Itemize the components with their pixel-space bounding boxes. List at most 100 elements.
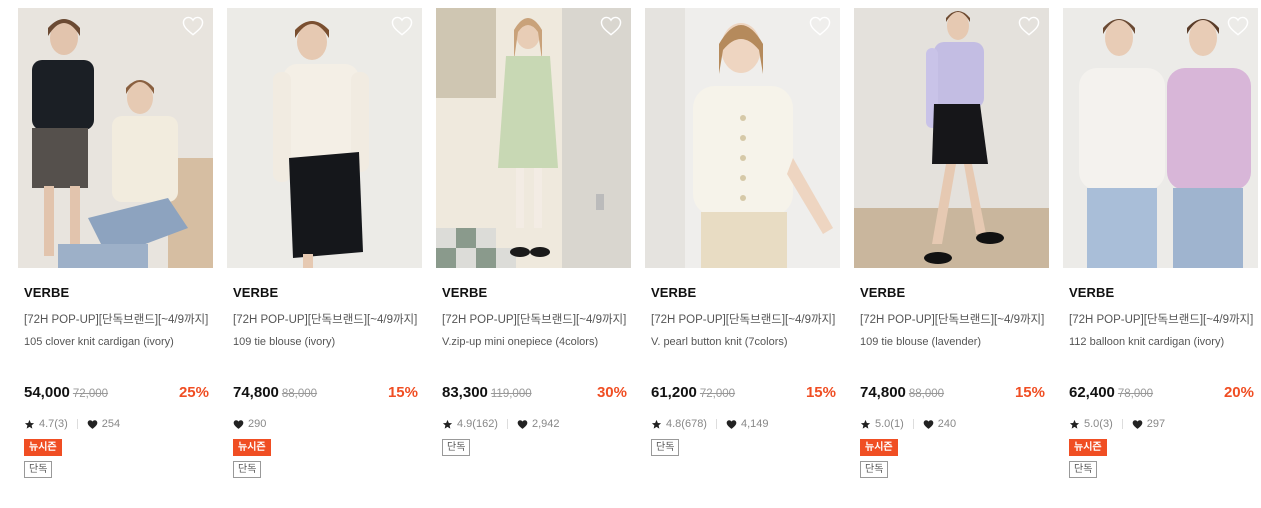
rating-value: 4.7(3)	[39, 418, 68, 430]
product-image[interactable]	[645, 8, 840, 268]
brand-name[interactable]: VERBE	[436, 285, 631, 300]
rating-value: 5.0(3)	[1084, 418, 1113, 430]
review-like-row: 290	[227, 417, 422, 431]
heart-filled-icon	[517, 419, 528, 429]
like-count: 290	[248, 418, 267, 430]
star-icon	[860, 419, 871, 429]
new-season-badge: 뉴시즌	[860, 439, 898, 456]
product-photo	[854, 8, 1049, 268]
like-count: 297	[1146, 418, 1166, 430]
heart-outline-icon	[1227, 16, 1249, 36]
wishlist-button[interactable]	[182, 16, 204, 36]
brand-name[interactable]: VERBE	[645, 285, 840, 300]
product-card[interactable]: VERBE [72H POP-UP][단독브랜드][~4/9까지] 105 cl…	[18, 8, 213, 481]
like-count: 240	[937, 418, 957, 430]
product-photo	[1063, 8, 1258, 268]
product-image[interactable]	[436, 8, 631, 268]
new-season-badge: 뉴시즌	[24, 439, 62, 456]
exclusive-badge: 단독	[442, 439, 471, 456]
product-image[interactable]	[854, 8, 1049, 268]
product-card[interactable]: VERBE [72H POP-UP][단독브랜드][~4/9까지] V.zip-…	[436, 8, 631, 459]
heart-filled-icon	[233, 419, 244, 429]
product-subtitle[interactable]: 109 tie blouse (lavender)	[854, 336, 1049, 348]
heart-filled-icon	[1132, 419, 1143, 429]
price-row: 54,000 72,000 25%	[18, 384, 213, 404]
product-card[interactable]: VERBE [72H POP-UP][단독브랜드][~4/9까지] 109 ti…	[227, 8, 422, 481]
badge-list: 뉴시즌 단독	[227, 437, 422, 481]
review-like-row: 4.9(162) 2,942	[436, 417, 631, 431]
wishlist-button[interactable]	[1018, 16, 1040, 36]
brand-name[interactable]: VERBE	[18, 285, 213, 300]
discount-rate: 15%	[1014, 384, 1045, 401]
discount-rate: 25%	[178, 384, 209, 401]
product-image[interactable]	[1063, 8, 1258, 268]
price-row: 61,200 72,000 15%	[645, 384, 840, 404]
discount-rate: 20%	[1223, 384, 1254, 401]
review-like-row: 4.8(678) 4,149	[645, 417, 840, 431]
heart-outline-icon	[1018, 16, 1040, 36]
product-card[interactable]: VERBE [72H POP-UP][단독브랜드][~4/9까지] V. pea…	[645, 8, 840, 459]
original-price: 88,000	[908, 388, 945, 400]
badge-list: 뉴시즌 단독	[1063, 437, 1258, 481]
badge-list: 뉴시즌단독	[18, 437, 213, 481]
brand-name[interactable]: VERBE	[854, 285, 1049, 300]
product-title[interactable]: [72H POP-UP][단독브랜드][~4/9까지]	[854, 311, 1049, 327]
product-image[interactable]	[18, 8, 213, 268]
product-photo	[18, 8, 213, 268]
divider	[1121, 419, 1123, 429]
product-subtitle[interactable]: V. pearl button knit (7colors)	[645, 336, 840, 348]
product-subtitle[interactable]: 109 tie blouse (ivory)	[227, 336, 422, 348]
heart-filled-icon	[87, 419, 98, 429]
product-photo	[227, 8, 422, 268]
heart-filled-icon	[726, 419, 737, 429]
star-icon	[1069, 419, 1080, 429]
product-title[interactable]: [72H POP-UP][단독브랜드][~4/9까지]	[645, 311, 840, 327]
heart-outline-icon	[809, 16, 831, 36]
divider	[912, 419, 914, 429]
review-like-row: 4.7(3) 254	[18, 417, 213, 431]
product-title[interactable]: [72H POP-UP][단독브랜드][~4/9까지]	[1063, 311, 1258, 327]
original-price: 72,000	[699, 388, 736, 400]
original-price: 72,000	[72, 388, 109, 400]
price-row: 74,800 88,000 15%	[854, 384, 1049, 404]
discount-rate: 15%	[805, 384, 836, 401]
like-count: 2,942	[531, 418, 560, 430]
product-title[interactable]: [72H POP-UP][단독브랜드][~4/9까지]	[227, 311, 422, 327]
product-grid: VERBE [72H POP-UP][단독브랜드][~4/9까지] 105 cl…	[0, 0, 1261, 508]
wishlist-button[interactable]	[809, 16, 831, 36]
like-count: 4,149	[740, 418, 769, 430]
product-title[interactable]: [72H POP-UP][단독브랜드][~4/9까지]	[18, 311, 213, 327]
divider	[76, 419, 78, 429]
brand-name[interactable]: VERBE	[1063, 285, 1258, 300]
heart-outline-icon	[600, 16, 622, 36]
product-card[interactable]: VERBE [72H POP-UP][단독브랜드][~4/9까지] 109 ti…	[854, 8, 1049, 481]
wishlist-button[interactable]	[600, 16, 622, 36]
sale-price: 74,800	[233, 384, 279, 401]
price-row: 83,300 119,000 30%	[436, 384, 631, 404]
product-card[interactable]: VERBE [72H POP-UP][단독브랜드][~4/9까지] 112 ba…	[1063, 8, 1258, 481]
wishlist-button[interactable]	[1227, 16, 1249, 36]
product-subtitle[interactable]: 105 clover knit cardigan (ivory)	[18, 336, 213, 348]
original-price: 78,000	[1117, 388, 1154, 400]
wishlist-button[interactable]	[391, 16, 413, 36]
heart-filled-icon	[923, 419, 934, 429]
star-icon	[651, 419, 662, 429]
heart-outline-icon	[182, 16, 204, 36]
star-icon	[442, 419, 453, 429]
product-subtitle[interactable]: 112 balloon knit cardigan (ivory)	[1063, 336, 1258, 348]
badge-list: 단독	[645, 437, 840, 459]
exclusive-badge: 단독	[24, 461, 53, 478]
divider	[715, 419, 717, 429]
new-season-badge: 뉴시즌	[1069, 439, 1107, 456]
product-image[interactable]	[227, 8, 422, 268]
badge-list: 뉴시즌단독	[854, 437, 1049, 481]
product-title[interactable]: [72H POP-UP][단독브랜드][~4/9까지]	[436, 311, 631, 327]
exclusive-badge: 단독	[233, 461, 262, 478]
brand-name[interactable]: VERBE	[227, 285, 422, 300]
sale-price: 83,300	[442, 384, 488, 401]
product-subtitle[interactable]: V.zip-up mini onepiece (4colors)	[436, 336, 631, 348]
sale-price: 74,800	[860, 384, 906, 401]
rating-value: 5.0(1)	[875, 418, 904, 430]
exclusive-badge: 단독	[860, 461, 889, 478]
divider	[506, 419, 508, 429]
